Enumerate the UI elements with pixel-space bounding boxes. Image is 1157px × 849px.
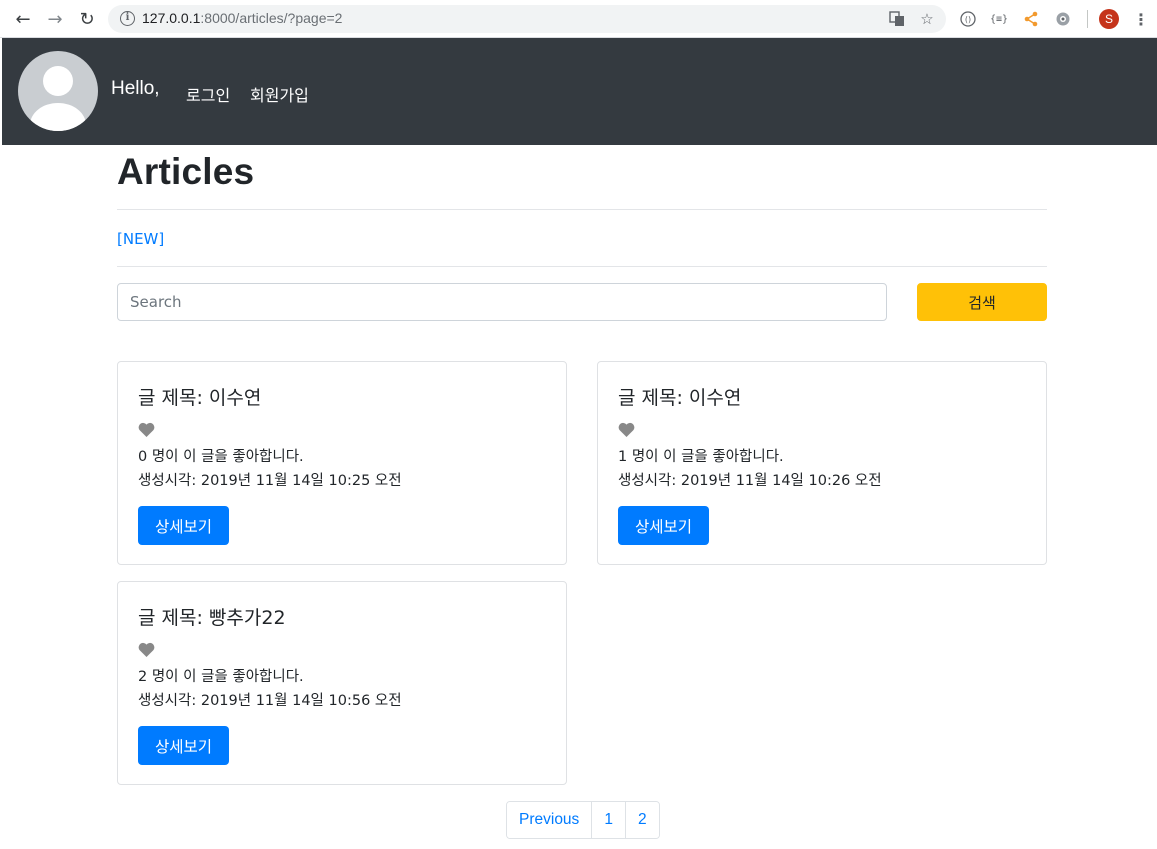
extension-share-icon[interactable]	[1021, 9, 1041, 29]
site-navbar: Hello, 로그인 회원가입	[2, 38, 1157, 145]
created-time-text: 생성시각: 2019년 11월 14일 10:26 오전	[618, 473, 882, 489]
translate-icon[interactable]	[886, 8, 908, 30]
login-link[interactable]: 로그인	[186, 82, 230, 106]
divider	[117, 266, 1047, 267]
profile-avatar[interactable]: S	[1099, 9, 1119, 29]
extension-brackets-icon[interactable]: ()	[958, 9, 978, 29]
created-time-text: 생성시각: 2019년 11월 14일 10:56 오전	[138, 693, 402, 709]
detail-button[interactable]: 상세보기	[138, 506, 229, 545]
divider	[117, 209, 1047, 210]
page-previous[interactable]: Previous	[507, 802, 592, 838]
avatar	[18, 51, 98, 131]
address-bar[interactable]: i 127.0.0.1:8000/articles/?page=2 ☆	[108, 5, 946, 33]
detail-button[interactable]: 상세보기	[618, 506, 709, 545]
extension-json-icon[interactable]: {≡}	[989, 9, 1009, 29]
article-card: 글 제목: 이수연 0 명이 이 글을 좋아합니다. 생성시각: 2019년 1…	[117, 361, 567, 565]
menu-kebab-icon[interactable]: ⋮	[1131, 9, 1151, 29]
toolbar-divider	[1087, 10, 1088, 28]
greeting-text: Hello,	[111, 78, 160, 99]
forward-arrow-icon[interactable]: →	[44, 8, 66, 30]
created-time-text: 생성시각: 2019년 11월 14일 10:25 오전	[138, 473, 402, 489]
article-card: 글 제목: 이수연 1 명이 이 글을 좋아합니다. 생성시각: 2019년 1…	[597, 361, 1047, 565]
article-title: 글 제목: 이수연	[618, 387, 742, 409]
url-text: 127.0.0.1:8000/articles/?page=2	[142, 10, 342, 26]
search-input[interactable]	[117, 283, 887, 321]
like-count-text: 1 명이 이 글을 좋아합니다.	[618, 449, 784, 465]
search-button[interactable]: 검색	[917, 283, 1047, 321]
pagination: Previous 1 2	[506, 801, 660, 839]
new-article-link[interactable]: [NEW]	[117, 230, 164, 248]
extension-gear-icon[interactable]	[1053, 9, 1073, 29]
article-title: 글 제목: 빵추가22	[138, 607, 286, 629]
reload-icon[interactable]: ↻	[76, 8, 98, 30]
url-host: 127.0.0.1	[142, 10, 201, 26]
heart-icon[interactable]	[618, 422, 635, 438]
back-arrow-icon[interactable]: ←	[12, 8, 34, 30]
like-count-text: 2 명이 이 글을 좋아합니다.	[138, 669, 304, 685]
heart-icon[interactable]	[138, 642, 155, 658]
url-path: :8000/articles/?page=2	[200, 10, 343, 26]
page-2[interactable]: 2	[624, 802, 659, 838]
page-title: Articles	[117, 151, 255, 192]
svg-text:(): ()	[965, 15, 971, 24]
like-count-text: 0 명이 이 글을 좋아합니다.	[138, 449, 304, 465]
article-card: 글 제목: 빵추가22 2 명이 이 글을 좋아합니다. 생성시각: 2019년…	[117, 581, 567, 785]
page-1[interactable]: 1	[591, 802, 625, 838]
detail-button[interactable]: 상세보기	[138, 726, 229, 765]
info-icon[interactable]: i	[120, 11, 135, 26]
signup-link[interactable]: 회원가입	[250, 82, 309, 106]
heart-icon[interactable]	[138, 422, 155, 438]
article-title: 글 제목: 이수연	[138, 387, 262, 409]
bookmark-star-icon[interactable]: ☆	[916, 8, 938, 30]
browser-toolbar: ← → ↻ i 127.0.0.1:8000/articles/?page=2 …	[0, 0, 1157, 38]
